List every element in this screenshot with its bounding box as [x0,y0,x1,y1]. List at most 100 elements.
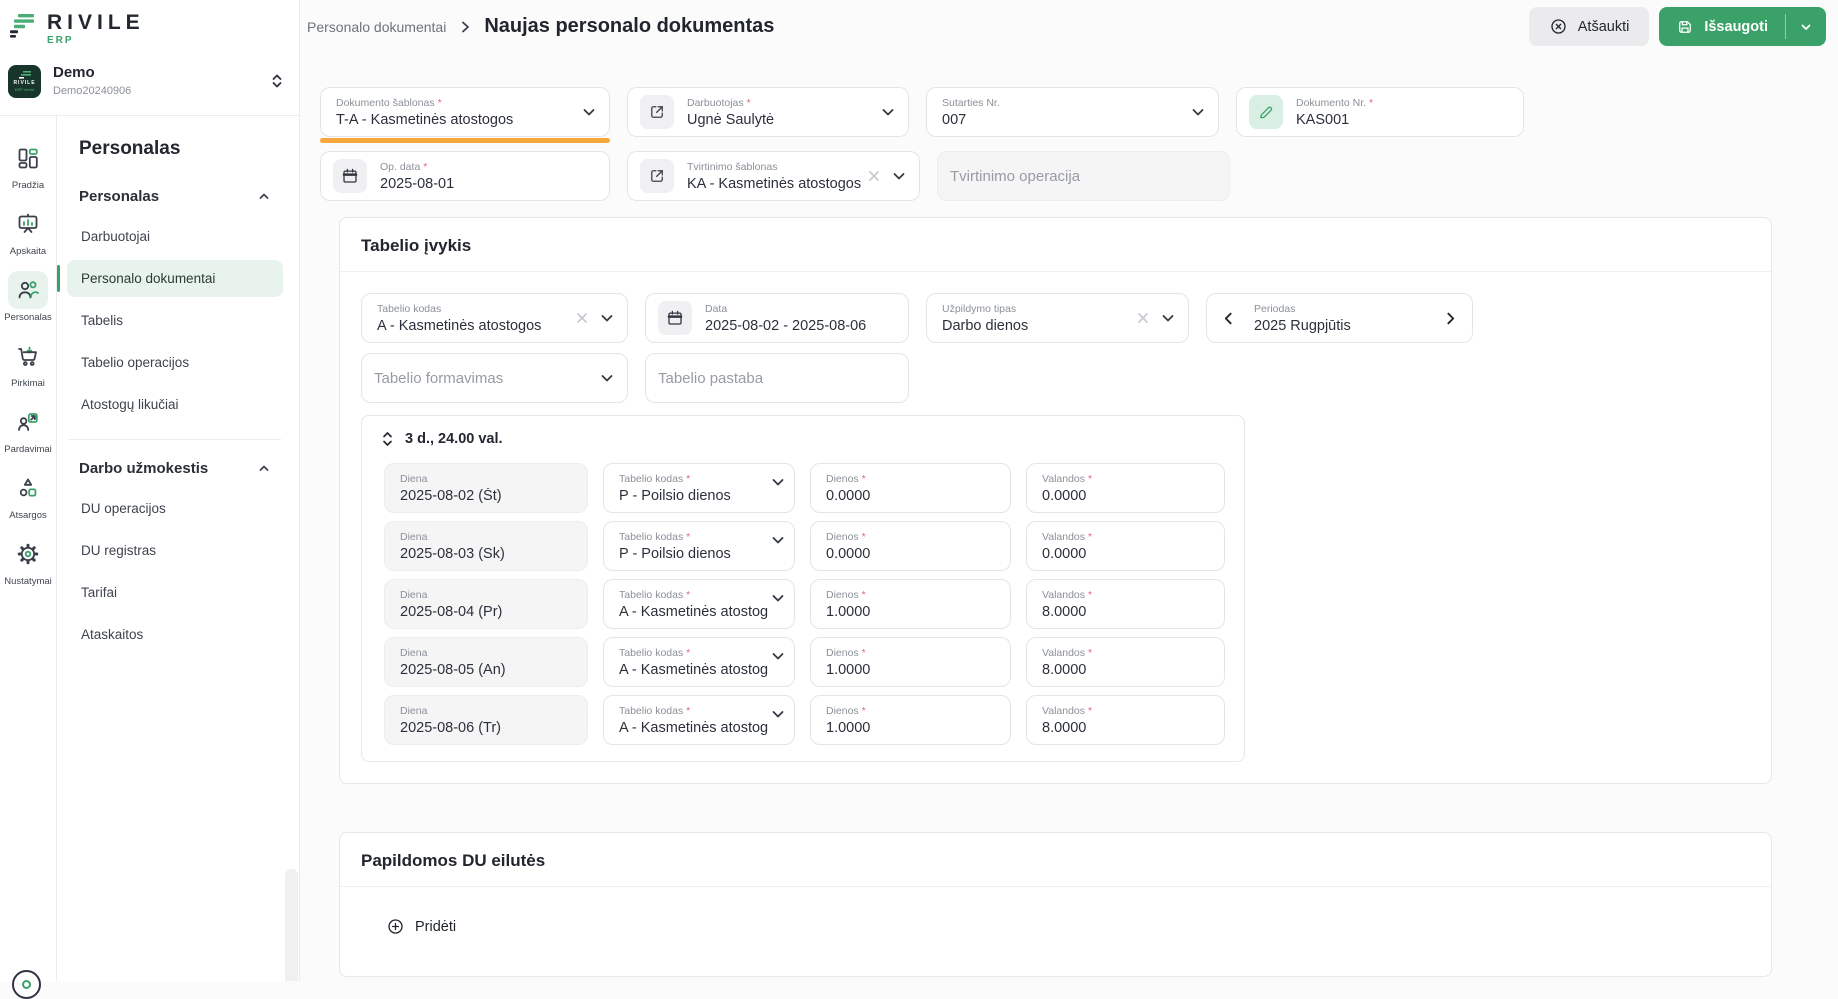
save-floppy-icon [1676,18,1694,36]
brand-sub: ERP [47,36,145,46]
company-selector[interactable]: RIVILE ERP demo Demo Demo20240906 [0,50,299,116]
menu-group-personalas[interactable]: Personalas [67,180,283,213]
sidebar-item-du-registras[interactable]: DU registras [67,532,283,569]
tabelio-kodas-select[interactable]: Tabelio kodas A - Kasmetinės atostogos [361,293,628,343]
icon-rail: Pradžia Apskaita [0,116,57,982]
pencil-icon [1249,95,1283,129]
breadcrumb-link[interactable]: Personalo dokumentai [307,19,446,35]
rail-item-pirkimai[interactable]: Pirkimai [0,330,56,396]
dienos-input[interactable]: Dienos * 1.0000 [810,695,1011,745]
logo-row: RIVILE ERP [0,0,299,50]
tvirtinimo-operacija-input[interactable]: Tvirtinimo operacija [937,151,1230,201]
tvirtinimo-sablonas-select[interactable]: Tvirtinimo šablonas KA - Kasmetinės atos… [627,151,920,201]
valandos-input[interactable]: Valandos * 8.0000 [1026,695,1225,745]
chevron-down-icon[interactable] [891,168,907,184]
cancel-button[interactable]: Atšaukti [1529,7,1650,46]
rail-item-atsargos[interactable]: Atsargos [0,462,56,528]
sutarties-nr-select[interactable]: Sutarties Nr. 007 [926,87,1219,137]
help-button[interactable] [12,970,41,999]
save-options-button[interactable] [1786,7,1826,46]
tabelio-kodas-row-select[interactable]: Tabelio kodas * P - Poilsio dienos [603,521,795,571]
chevron-right-icon[interactable] [1439,307,1462,330]
sidebar-item-tabelis[interactable]: Tabelis [67,302,283,339]
save-button[interactable]: Išsaugoti [1659,7,1785,46]
dienos-input[interactable]: Dienos * 1.0000 [810,637,1011,687]
rail-item-apskaita[interactable]: Apskaita [0,198,56,264]
data-range-datepicker[interactable]: Data 2025-08-02 - 2025-08-06 [645,293,909,343]
valandos-input[interactable]: Valandos * 0.0000 [1026,521,1225,571]
chevron-down-icon[interactable] [880,104,896,120]
dienos-input[interactable]: Dienos * 0.0000 [810,521,1011,571]
diena-field: Diena 2025-08-05 (An) [384,637,588,687]
menu-group-darbo-uzmokestis[interactable]: Darbo užmokestis [67,452,283,485]
topbar: Personalo dokumentai Naujas personalo do… [301,0,1838,52]
clear-x-icon[interactable] [867,169,881,183]
tabelio-pastaba-input[interactable]: Tabelio pastaba [645,353,909,403]
rail-item-pradzia[interactable]: Pradžia [0,132,56,198]
tabelio-formavimas-select[interactable]: Tabelio formavimas [361,353,628,403]
tabelio-kodas-row-select[interactable]: Tabelio kodas * P - Poilsio dienos [603,463,795,513]
table-row: Diena 2025-08-02 (Št) Tabelio kodas * P … [384,463,1228,513]
tabelio-kodas-row-select[interactable]: Tabelio kodas * A - Kasmetinės atostogos [603,695,795,745]
chevron-down-icon[interactable] [1190,104,1206,120]
person-arrow-icon [8,403,48,441]
papildomos-du-card: Papildomos DU eilutės Pridėti [339,832,1772,977]
dienos-input[interactable]: Dienos * 1.0000 [810,579,1011,629]
help-dot-icon [22,980,31,989]
rail-item-nustatymai[interactable]: Nustatymai [0,528,56,594]
day-rows-summary[interactable]: 3 d., 24.00 val. [362,416,1244,458]
save-button-group: Išsaugoti [1659,7,1826,46]
dokumento-nr-input[interactable]: Dokumento Nr. * KAS001 [1236,87,1524,137]
diena-field: Diena 2025-08-03 (Sk) [384,521,588,571]
clear-x-icon[interactable] [575,311,589,325]
unfold-chevrons-icon[interactable] [269,72,285,90]
calendar-icon [333,159,367,193]
brand-logo[interactable]: RIVILE ERP [47,10,145,46]
clear-x-icon[interactable] [1136,311,1150,325]
uzpildymo-tipas-select[interactable]: Užpildymo tipas Darbo dienos [926,293,1189,343]
chevron-down-icon[interactable] [770,474,786,490]
sidebar-item-darbuotojai[interactable]: Darbuotojai [67,218,283,255]
chevron-down-icon[interactable] [770,590,786,606]
table-row: Diena 2025-08-03 (Sk) Tabelio kodas * P … [384,521,1228,571]
valandos-input[interactable]: Valandos * 0.0000 [1026,463,1225,513]
tabelio-kodas-row-select[interactable]: Tabelio kodas * A - Kasmetinės atostogos [603,637,795,687]
table-row: Diena 2025-08-05 (An) Tabelio kodas * A … [384,637,1228,687]
dienos-input[interactable]: Dienos * 0.0000 [810,463,1011,513]
rail-item-pardavimai[interactable]: Pardavimai [0,396,56,462]
chevron-down-icon[interactable] [581,104,597,120]
chevron-down-icon[interactable] [599,310,615,326]
sidebar-item-du-operacijos[interactable]: DU operacijos [67,490,283,527]
chevron-right-icon [458,20,472,34]
darbuotojas-select[interactable]: Darbuotojas * Ugnė Saulytė [627,87,909,137]
hamburger-menu-icon[interactable] [8,10,38,40]
sidebar-item-personalo-dokumentai[interactable]: Personalo dokumentai [67,260,283,297]
sidebar-item-atostogu-likuciai[interactable]: Atostogų likučiai [67,386,283,423]
valandos-input[interactable]: Valandos * 8.0000 [1026,579,1225,629]
dokumento-sablonas-select[interactable]: Dokumento šablonas * T-A - Kasmetinės at… [320,87,610,137]
rail-item-personalas[interactable]: Personalas [0,264,56,330]
chevron-down-icon[interactable] [599,370,615,386]
valandos-input[interactable]: Valandos * 8.0000 [1026,637,1225,687]
sidebar-item-tabelio-operacijos[interactable]: Tabelio operacijos [67,344,283,381]
chevron-down-icon[interactable] [770,532,786,548]
sidebar-item-ataskaitos[interactable]: Ataskaitos [67,616,283,653]
company-avatar: RIVILE ERP demo [8,65,41,98]
external-link-icon[interactable] [640,159,674,193]
chevron-down-icon[interactable] [770,648,786,664]
chevron-left-icon[interactable] [1217,307,1240,330]
add-row-button[interactable]: Pridėti [386,917,456,936]
menu-title: Personalas [79,138,283,160]
sidebar-scrollbar[interactable] [285,869,298,981]
sidebar: RIVILE ERP RIVILE ERP demo Demo Demo2024… [0,0,300,981]
tabelio-kodas-row-select[interactable]: Tabelio kodas * A - Kasmetinės atostogos [603,579,795,629]
diena-field: Diena 2025-08-06 (Tr) [384,695,588,745]
chart-board-icon [8,205,48,243]
chevron-down-icon[interactable] [1160,310,1176,326]
op-data-datepicker[interactable]: Op. data * 2025-08-01 [320,151,610,201]
external-link-icon[interactable] [640,95,674,129]
chevron-down-icon[interactable] [770,706,786,722]
section-menu: Personalas Personalas Darbuotojai Person… [57,116,299,982]
sidebar-item-tarifai[interactable]: Tarifai [67,574,283,611]
menu-divider [69,439,281,440]
